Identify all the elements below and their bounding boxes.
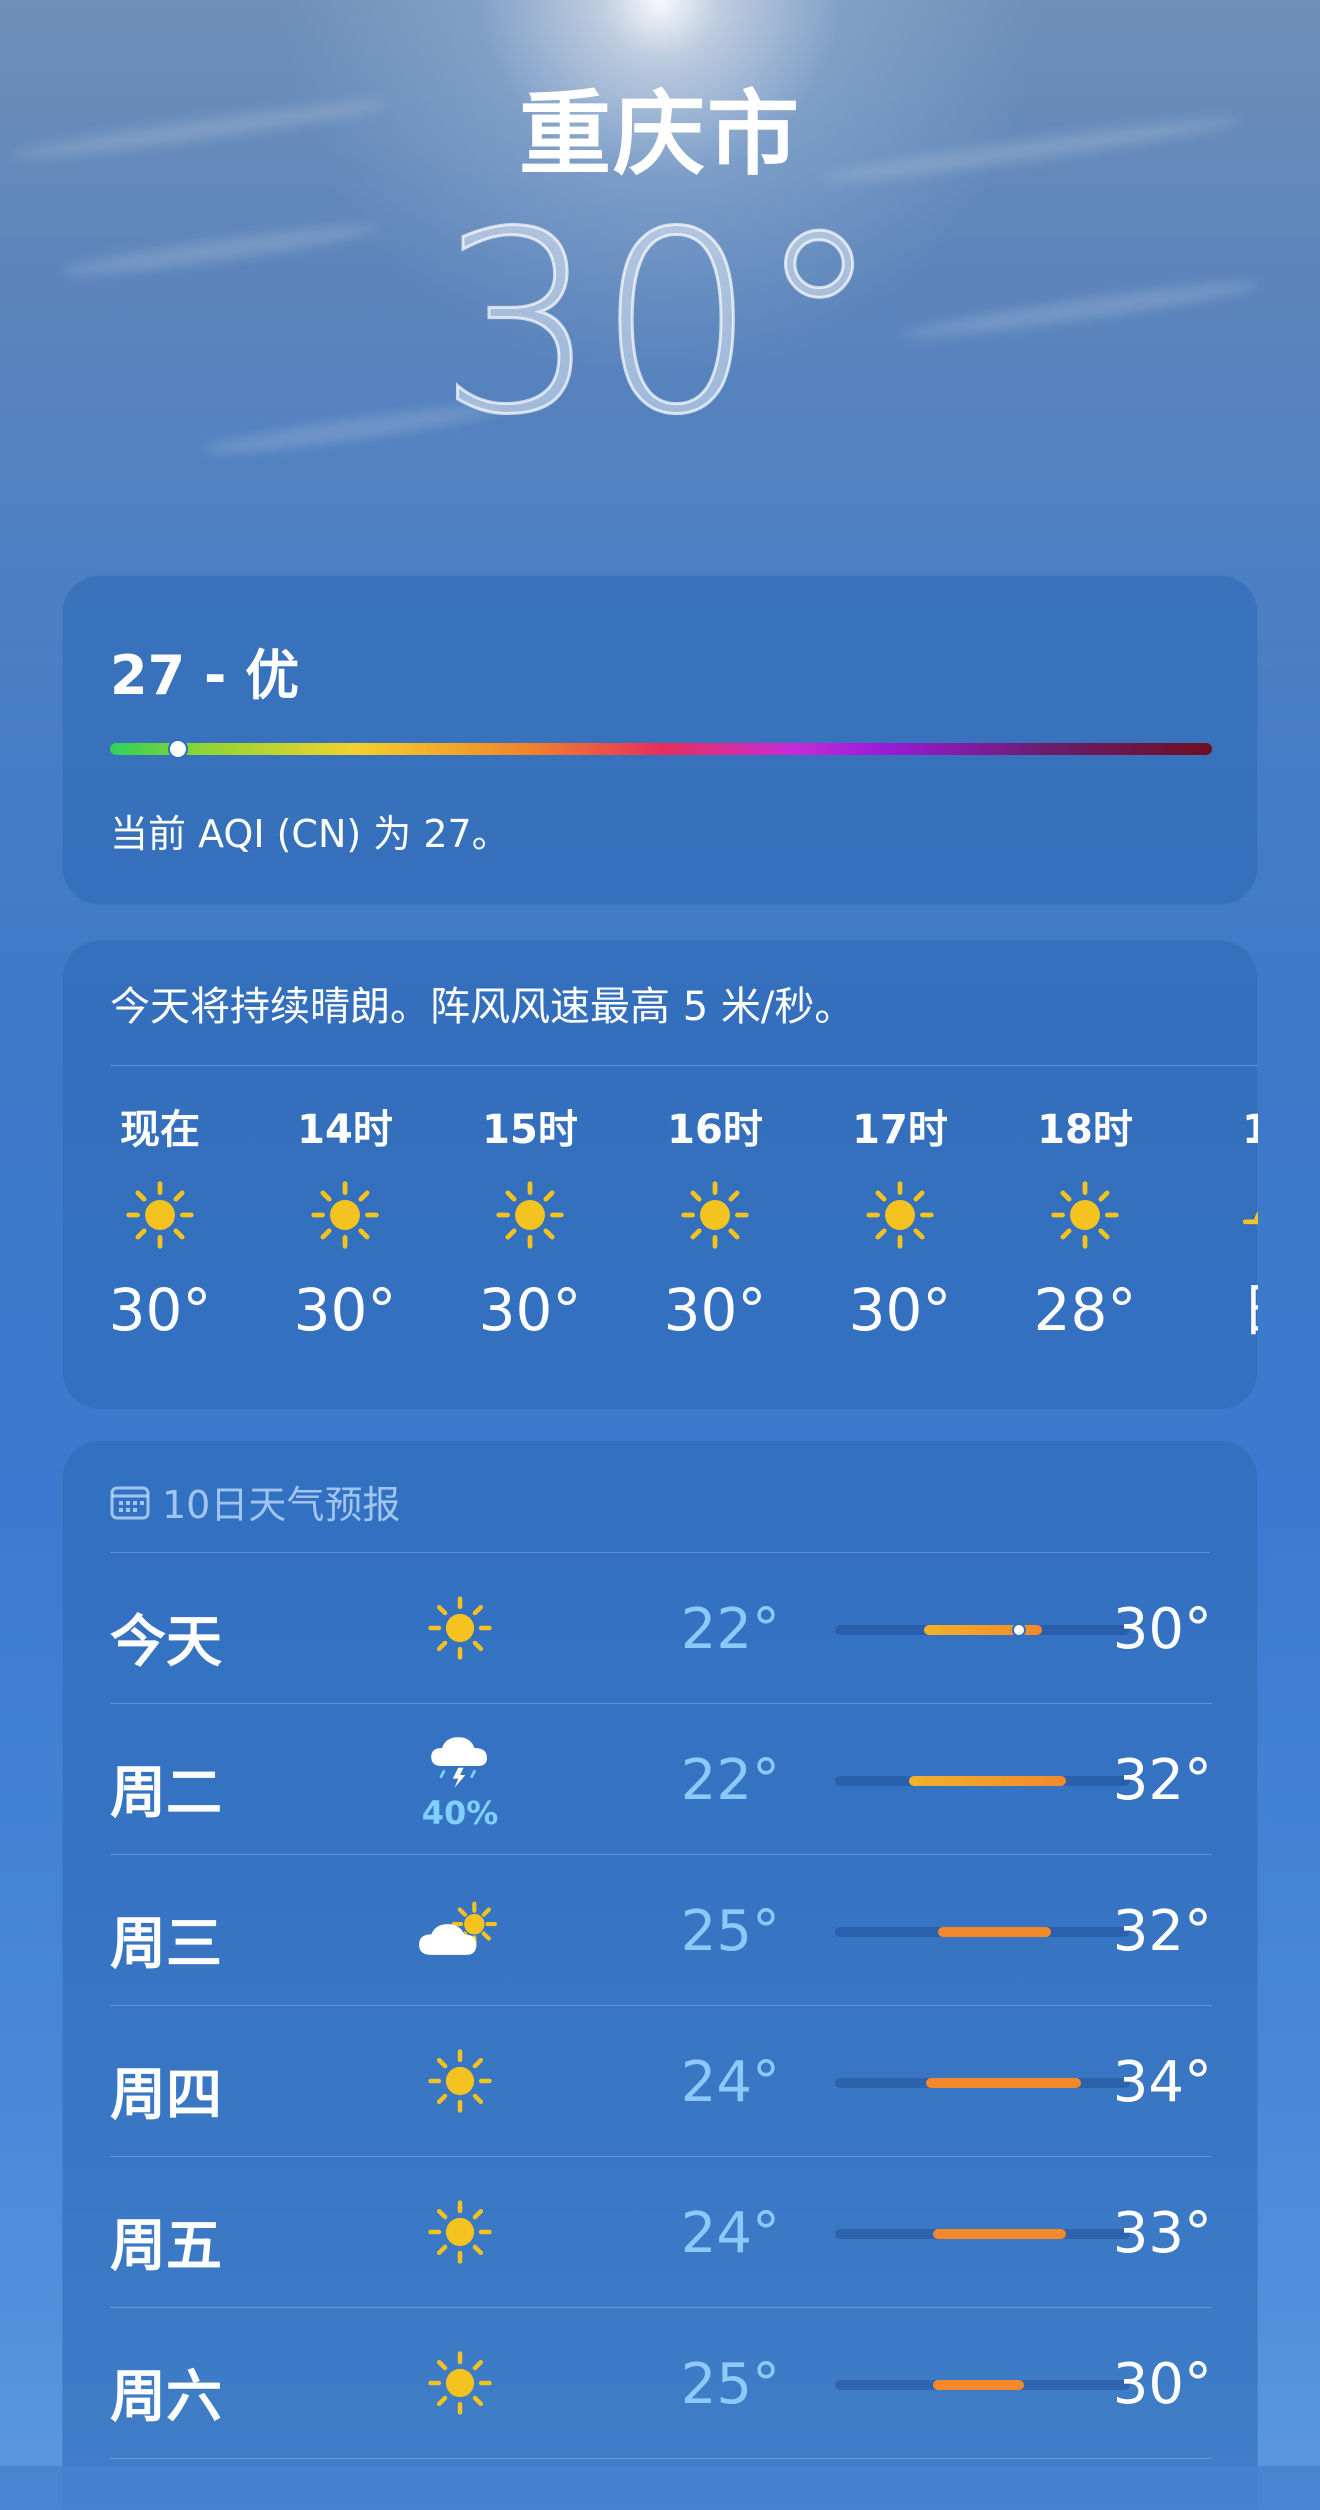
aqi-indicator-dot xyxy=(167,739,188,759)
sun-icon xyxy=(440,1160,620,1270)
temperature-range-bar xyxy=(835,1927,1130,1937)
day-low-temp: 24° xyxy=(680,2201,780,2266)
current-temperature: 30° xyxy=(437,178,883,469)
hour-item: 18 日 xyxy=(1180,1100,1258,1350)
day-weather xyxy=(410,2330,510,2440)
hour-item: 15时 30° xyxy=(440,1100,620,1350)
day-name: 周四 xyxy=(110,2063,222,2128)
day-row[interactable]: 周三 25° 32° xyxy=(110,1855,1212,2006)
hour-temperature: 28° xyxy=(1033,1276,1137,1344)
sun-icon xyxy=(428,2049,492,2117)
day-weather xyxy=(410,1877,510,1987)
sun-icon xyxy=(428,2200,492,2268)
sun-icon xyxy=(810,1160,990,1270)
hour-item: 18时 28° xyxy=(995,1100,1175,1350)
ten-day-header: 10日天气预报 xyxy=(110,1474,400,1529)
aqi-description: 当前 AQI (CN) 为 27。 xyxy=(110,812,510,856)
sun-icon xyxy=(428,1596,492,1664)
temperature-range-bar xyxy=(835,2078,1130,2088)
hourly-scroll-strip[interactable]: 现在 30° 14时 30° 15时 30° 16时 30° 17时 30° 1… xyxy=(62,940,1258,1410)
hour-item: 现在 30° xyxy=(70,1100,250,1350)
hour-time: 现在 xyxy=(120,1107,200,1153)
calendar-icon xyxy=(110,1486,150,1519)
aqi-scale-bar xyxy=(110,743,1212,755)
sun-icon xyxy=(255,1160,435,1270)
temperature-range-bar xyxy=(835,1776,1130,1786)
hour-temperature: 30° xyxy=(478,1276,582,1344)
hour-temperature: 30° xyxy=(293,1276,397,1344)
bottom-toolbar xyxy=(0,2466,1320,2510)
temperature-range-fill xyxy=(938,1927,1052,1937)
day-low-temp: 22° xyxy=(680,1597,780,1662)
hour-temperature: 日 xyxy=(1180,1270,1258,1350)
sun-icon xyxy=(70,1160,250,1270)
sun-icon xyxy=(428,2351,492,2419)
day-name: 周六 xyxy=(110,2365,222,2430)
aqi-value: 27 - 优 xyxy=(110,644,300,707)
day-row[interactable]: 周二 40% 22° 32° xyxy=(110,1704,1212,1855)
day-low-temp: 22° xyxy=(680,1748,780,1813)
hour-time: 18时 xyxy=(1037,1107,1133,1153)
ten-day-forecast-card[interactable]: 10日天气预报 今天 22° 30° 周二 40% 22° 32° 周三 25°… xyxy=(62,1440,1258,2510)
day-high-temp: 30° xyxy=(1112,2352,1212,2417)
day-row[interactable]: 周四 24° 34° xyxy=(110,2006,1212,2157)
hour-time: 17时 xyxy=(852,1107,948,1153)
hour-time: 16时 xyxy=(667,1107,763,1153)
temperature-range-bar xyxy=(835,2229,1130,2239)
day-low-temp: 25° xyxy=(680,2352,780,2417)
day-high-temp: 32° xyxy=(1112,1748,1212,1813)
ten-day-title: 10日天气预报 xyxy=(162,1483,401,1527)
day-name: 周二 xyxy=(110,1761,222,1826)
thunderstorm-icon xyxy=(424,1730,496,1792)
day-high-temp: 30° xyxy=(1112,1597,1212,1662)
temperature-range-bar xyxy=(835,2380,1130,2390)
day-row[interactable]: 今天 22° 30° xyxy=(110,1553,1212,1704)
temperature-range-fill xyxy=(933,2380,1025,2390)
air-quality-card[interactable]: 27 - 优 当前 AQI (CN) 为 27。 xyxy=(62,575,1258,905)
temperature-range-fill xyxy=(925,2078,1081,2088)
hour-time: 18 xyxy=(1242,1107,1258,1153)
hour-item: 17时 30° xyxy=(810,1100,990,1350)
hour-time: 14时 xyxy=(297,1107,393,1153)
sunset-icon xyxy=(1180,1160,1258,1270)
temperature-range-fill xyxy=(908,1776,1067,1786)
day-low-temp: 25° xyxy=(680,1899,780,1964)
day-name: 周五 xyxy=(110,2214,222,2279)
day-low-temp: 24° xyxy=(680,2050,780,2115)
day-weather xyxy=(410,2028,510,2138)
hour-temperature: 30° xyxy=(663,1276,767,1344)
hour-temperature: 30° xyxy=(108,1276,212,1344)
hour-time: 15时 xyxy=(482,1107,578,1153)
day-row[interactable]: 周六 25° 30° xyxy=(110,2308,1212,2459)
day-name: 今天 xyxy=(110,1610,222,1675)
day-high-temp: 33° xyxy=(1112,2201,1212,2266)
sun-icon xyxy=(995,1160,1175,1270)
city-name: 重庆市 xyxy=(518,81,801,188)
day-name: 周三 xyxy=(110,1912,222,1977)
precipitation-chance: 40% xyxy=(421,1793,499,1832)
day-row[interactable]: 周五 24° 33° xyxy=(110,2157,1212,2308)
hourly-forecast-card[interactable]: 今天将持续晴朗。阵风风速最高 5 米/秒。 现在 30° 14时 30° 15时… xyxy=(62,940,1258,1410)
day-weather xyxy=(410,2179,510,2289)
sun-icon xyxy=(625,1160,805,1270)
partly-cloudy-icon xyxy=(417,1898,503,1967)
hour-item: 16时 30° xyxy=(625,1100,805,1350)
hour-temperature: 30° xyxy=(848,1276,952,1344)
temperature-range-bar xyxy=(835,1623,1130,1637)
day-high-temp: 32° xyxy=(1112,1899,1212,1964)
location-header: 重庆市 30° xyxy=(0,80,1320,469)
hour-item: 14时 30° xyxy=(255,1100,435,1350)
temperature-range-fill xyxy=(933,2229,1067,2239)
day-weather xyxy=(410,1575,510,1685)
day-weather: 40% xyxy=(410,1726,510,1836)
day-high-temp: 34° xyxy=(1112,2050,1212,2115)
